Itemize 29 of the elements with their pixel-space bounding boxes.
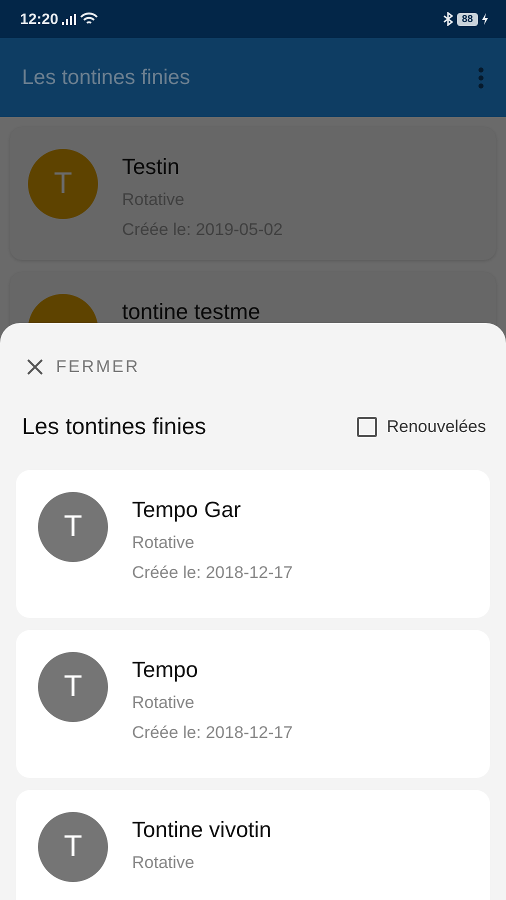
sheet-title: Les tontines finies	[22, 413, 206, 440]
tontine-card[interactable]: T Tontine vivotin Rotative	[16, 790, 490, 900]
tontine-card[interactable]: T Tempo Gar Rotative Créée le: 2018-12-17	[16, 470, 490, 618]
avatar-initial: T	[64, 830, 82, 864]
clock: 12:20	[20, 10, 58, 28]
charging-icon	[482, 13, 488, 25]
renewed-checkbox[interactable]: Renouvelées	[356, 416, 486, 436]
checkbox-square[interactable]	[356, 416, 377, 436]
signal-icon	[62, 14, 76, 24]
creation-date: Créée le: 2018-12-17	[132, 563, 293, 583]
tontine-name: Testin	[122, 154, 180, 180]
tontine-type: Rotative	[132, 853, 196, 873]
creation-date: Créée le: 2018-12-17	[132, 723, 293, 743]
tontine-card[interactable]: T Tempo Rotative Créée le: 2018-12-17	[16, 630, 490, 778]
bluetooth-icon	[442, 12, 453, 26]
tontine-type: Rotative	[132, 533, 196, 553]
tontine-name: Tontine vivotin	[132, 817, 272, 843]
wifi-icon	[80, 12, 98, 26]
battery-level: 88	[456, 12, 478, 26]
avatar-initial: T	[64, 510, 82, 544]
avatar-initial: T	[54, 167, 72, 201]
tontine-name: Tempo Gar	[132, 497, 242, 523]
tontine-name: tontine testme	[122, 299, 260, 325]
tontine-name: Tempo	[132, 657, 200, 683]
tontine-type: Rotative	[132, 693, 196, 713]
close-icon	[26, 358, 44, 376]
close-button[interactable]: FERMER	[26, 357, 140, 377]
app-bar-title: Les tontines finies	[22, 66, 190, 90]
avatar-initial: T	[64, 670, 82, 704]
